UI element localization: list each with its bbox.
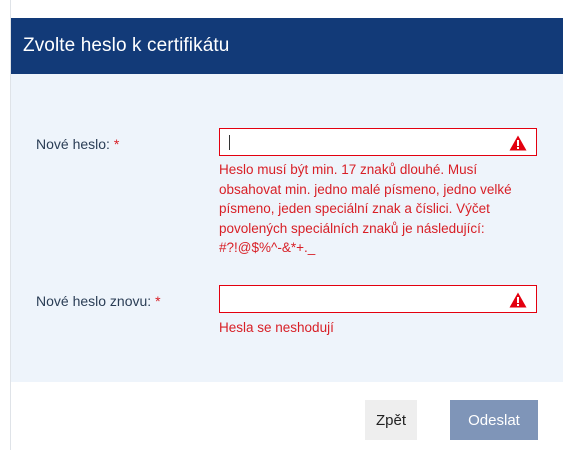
dialog-title: Zvolte heslo k certifikátu — [23, 35, 230, 56]
required-mark: * — [113, 136, 120, 152]
warning-triangle-icon — [509, 292, 527, 308]
new-password-repeat-error: Hesla se neshodují — [219, 320, 334, 335]
warning-triangle-icon — [509, 135, 527, 151]
password-dialog: Zvolte heslo k certifikátu Nové heslo: *… — [10, 0, 563, 450]
back-button[interactable]: Zpět — [365, 400, 417, 440]
required-mark: * — [155, 293, 161, 309]
new-password-label-text: Nové heslo: — [36, 136, 110, 152]
new-password-field[interactable] — [219, 128, 537, 156]
text-caret — [229, 135, 230, 150]
new-password-repeat-label: Nové heslo znovu: * — [36, 293, 161, 309]
dialog-header: Zvolte heslo k certifikátu — [11, 18, 563, 74]
new-password-repeat-label-text: Nové heslo znovu: — [36, 293, 152, 309]
dialog-body: Nové heslo: * Heslo musí být min. 17 zna… — [11, 74, 563, 382]
new-password-input[interactable] — [220, 129, 510, 155]
new-password-label: Nové heslo: * — [36, 136, 119, 152]
submit-button[interactable]: Odeslat — [450, 400, 538, 440]
new-password-repeat-field[interactable] — [219, 285, 537, 313]
new-password-repeat-input[interactable] — [220, 286, 510, 312]
new-password-error: Heslo musí být min. 17 znaků dlouhé. Mus… — [219, 162, 512, 255]
